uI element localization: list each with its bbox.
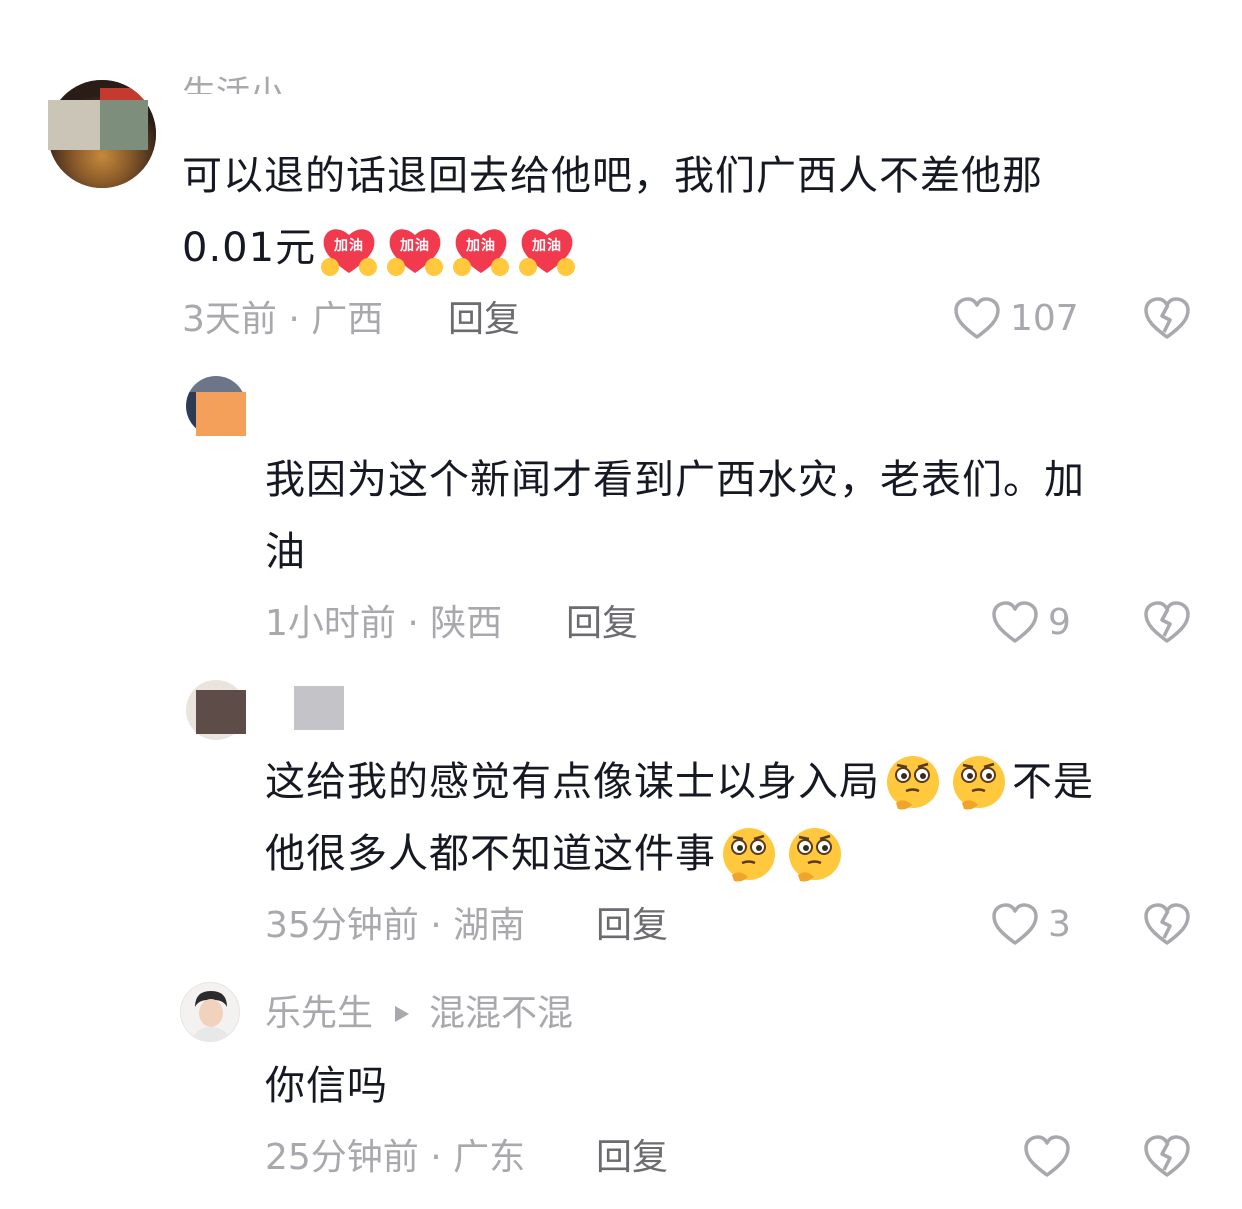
comment-meta: 3天前 · 广西 [182,298,383,342]
arrow-right-icon [395,1006,410,1022]
like-button[interactable]: 107 [952,294,1079,344]
heart-icon [992,903,1038,945]
comment-text: 这给我的感觉有点像谋士以身入局 不是 他很多人都不知道这件事 [265,746,1225,890]
comment-location: 陕西 [430,603,503,644]
reply-header: 乐先生 混混不混 [265,992,573,1036]
reply-button[interactable]: 回复 [448,298,520,342]
dislike-icon [1144,297,1190,339]
reply-button[interactable]: 回复 [596,1136,668,1180]
heart-icon [954,297,1000,339]
heart-icon [992,601,1038,643]
like-count: 3 [1048,904,1071,945]
reply-to-username[interactable]: 混混不混 [429,992,573,1036]
dislike-button[interactable] [1142,1132,1192,1186]
comment-text: 可以退的话退回去给他吧，我们广西人不差他那 0.01元 加油 加油 加油 加油 [182,140,1182,284]
comment-text-line1: 我因为这个新闻才看到广西水灾，老表们。加 [265,457,1085,503]
comment-meta: 1小时前 · 陕西 [265,602,502,646]
dislike-icon [1144,903,1190,945]
comment-meta: 25分钟前 · 广东 [265,1136,525,1180]
comment-text-line2: 油 [265,529,306,575]
mosaic-block [196,690,246,734]
comment-time: 35分钟前 [265,905,419,946]
comment-time: 3天前 [182,299,277,340]
comment-text: 我因为这个新闻才看到广西水灾，老表们。加 油 [265,444,1205,588]
dislike-button[interactable] [1142,598,1192,652]
dislike-icon [1144,601,1190,643]
like-count: 9 [1048,602,1071,643]
svg-text:加油: 加油 [333,237,364,254]
avatar[interactable] [180,982,240,1042]
dislike-button[interactable] [1142,900,1192,954]
comment-text-line1: 你信吗 [265,1063,388,1109]
jiayou-emoji: 加油 [316,225,382,276]
mosaic-block [196,392,246,436]
jiayou-emoji: 加油 [448,225,514,276]
comment-time: 25分钟前 [265,1137,419,1178]
comment-text: 你信吗 [265,1050,1205,1122]
like-button[interactable] [1022,1132,1080,1182]
comment-text-line1: 这给我的感觉有点像谋士以身入局 不是 [265,746,1225,818]
like-button[interactable]: 9 [990,598,1071,648]
separator: · [407,603,419,644]
dislike-button[interactable] [1142,294,1192,348]
thinking-emoji [946,756,1012,810]
separator: · [430,905,442,946]
heart-icon [1024,1135,1070,1177]
svg-text:加油: 加油 [465,237,496,254]
username[interactable]: 乐先生 [265,992,373,1036]
username[interactable]: 生活小... [182,64,316,94]
thinking-emoji [880,756,946,810]
like-count: 107 [1010,298,1079,339]
reply-button[interactable]: 回复 [566,602,638,646]
mosaic-block [48,100,100,150]
comment-meta: 35分钟前 · 湖南 [265,904,525,948]
comment-location: 湖南 [453,905,526,946]
like-button[interactable]: 3 [990,900,1071,950]
jiayou-emoji: 加油 [382,225,448,276]
svg-text:加油: 加油 [399,237,430,254]
comment-location: 广东 [453,1137,526,1178]
comment-location: 广西 [311,299,384,340]
comment-time: 1小时前 [265,603,396,644]
comment-text-line2: 他很多人都不知道这件事 [265,818,1225,890]
mosaic-block [294,686,344,730]
thinking-emoji [782,828,848,882]
comment-text-line1: 可以退的话退回去给他吧，我们广西人不差他那 [182,153,1043,199]
reply-button[interactable]: 回复 [596,904,668,948]
comment-text-line2: 0.01元 加油 加油 加油 加油 [182,212,1182,284]
separator: · [430,1137,442,1178]
mosaic-block [100,100,148,150]
jiayou-emoji: 加油 [514,225,580,276]
thinking-emoji [716,828,782,882]
separator: · [288,299,300,340]
mosaic-block [186,376,246,392]
svg-text:加油: 加油 [531,237,562,254]
dislike-icon [1144,1135,1190,1177]
